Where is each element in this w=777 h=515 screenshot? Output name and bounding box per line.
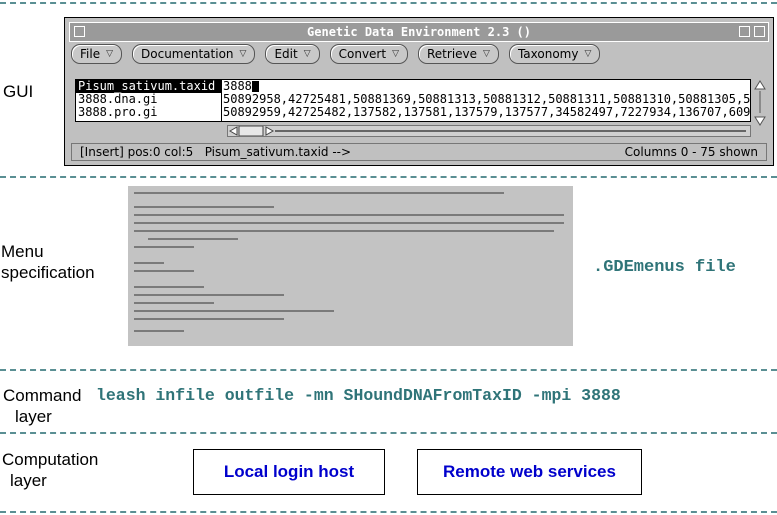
status-left: [Insert] pos:0 col:5 Pisum_sativum.taxid… (80, 145, 352, 159)
gdemenus-file-label: .GDEmenus file (593, 258, 736, 277)
sequence-name-list[interactable]: Pisum_sativum.taxid 3888.dna.gi 3888.pro… (75, 79, 221, 122)
remote-web-services-box: Remote web services (417, 449, 642, 495)
computation-layer-label: Computation layer (2, 450, 99, 490)
separator-bottom (0, 511, 777, 513)
gui-layer-label: GUI (3, 82, 34, 101)
menu-file[interactable]: File ▽ (71, 44, 123, 64)
window-menu-icon[interactable] (74, 26, 85, 37)
separator-command-computation (0, 432, 777, 434)
horizontal-scrollbar[interactable] (227, 125, 751, 137)
menu-documentation[interactable]: Documentation ▽ (132, 44, 256, 64)
status-right: Columns 0 - 75 shown (624, 145, 758, 159)
gde-window: Genetic Data Environment 2.3 () File ▽ Do… (64, 17, 774, 166)
chevron-down-icon: ▽ (303, 49, 311, 59)
menu-edit[interactable]: Edit ▽ (265, 44, 320, 64)
menu-retrieve[interactable]: Retrieve ▽ (418, 44, 499, 64)
command-layer-label: Command layer (3, 386, 82, 426)
chevron-down-icon: ▽ (239, 49, 247, 59)
separator-gui-menu (0, 176, 777, 178)
sequence-data-row[interactable]: 50892959,42725482,137582,137581,137579,1… (222, 106, 750, 119)
sequence-name-row[interactable]: 3888.pro.gi (76, 106, 221, 119)
menu-taxonomy[interactable]: Taxonomy ▽ (508, 44, 601, 64)
menu-bar: File ▽ Documentation ▽ Edit ▽ Convert ▽ Retr… (71, 42, 767, 66)
separator-menu-command (0, 369, 777, 371)
chevron-down-icon: ▽ (392, 49, 399, 59)
text-cursor (251, 81, 259, 92)
separator-top (0, 2, 777, 4)
title-bar[interactable]: Genetic Data Environment 2.3 () (69, 22, 769, 42)
status-bar: [Insert] pos:0 col:5 Pisum_sativum.taxid… (71, 143, 767, 161)
chevron-down-icon: ▽ (483, 49, 490, 59)
maximize-icon[interactable] (754, 26, 765, 37)
menu-spec-layer-label: Menu specification (1, 242, 95, 282)
command-line: leash infile outfile -mn SHoundDNAFromTa… (96, 386, 621, 405)
menu-convert[interactable]: Convert ▽ (329, 44, 408, 64)
window-title: Genetic Data Environment 2.3 () (307, 25, 531, 39)
sequence-data-area[interactable]: 3888 50892958,42725481,50881369,50881313… (221, 79, 751, 122)
chevron-down-icon: ▽ (584, 49, 592, 59)
gdemenus-file-screenshot (128, 186, 573, 346)
local-login-host-box: Local login host (193, 449, 385, 495)
minimize-icon[interactable] (739, 26, 750, 37)
scroll-thumb[interactable] (238, 126, 264, 136)
chevron-down-icon: ▽ (106, 49, 114, 59)
vertical-scrollbar[interactable] (753, 79, 767, 128)
